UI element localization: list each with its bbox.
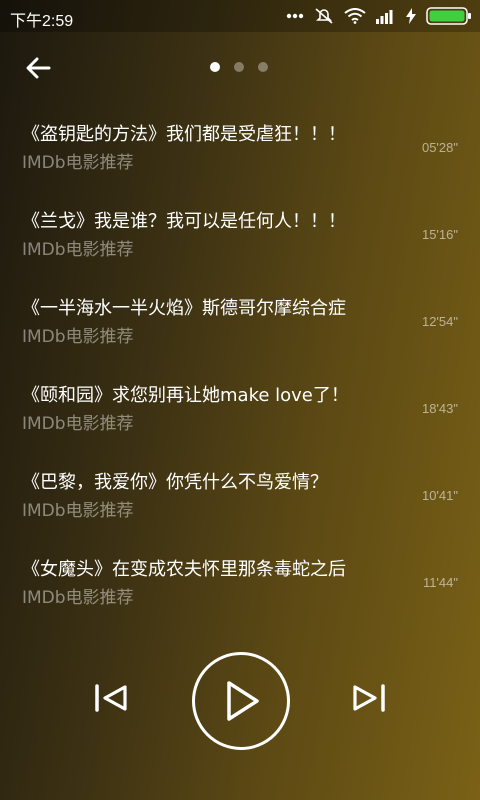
track-subtitle: IMDb电影推荐 — [22, 588, 134, 608]
player-controls — [0, 650, 480, 750]
track-list: 《盗钥匙的方法》我们都是受虐狂！！！ IMDb电影推荐 05'28" 《兰戈》我… — [0, 102, 480, 624]
track-row[interactable]: 《兰戈》我是谁？我可以是任何人！！！ IMDb电影推荐 15'16" — [0, 189, 480, 276]
status-icons — [286, 6, 472, 26]
track-row[interactable]: 《女魔头》在变成农夫怀里那条毒蛇之后 IMDb电影推荐 11'44" — [0, 537, 480, 624]
back-button[interactable] — [20, 50, 56, 86]
track-row[interactable]: 《盗钥匙的方法》我们都是受虐狂！！！ IMDb电影推荐 05'28" — [0, 102, 480, 189]
next-button[interactable] — [348, 680, 390, 716]
track-title: 《盗钥匙的方法》我们都是受虐狂！！！ — [22, 124, 346, 145]
track-subtitle: IMDb电影推荐 — [22, 501, 134, 521]
top-bar — [0, 40, 480, 92]
track-title: 《巴黎，我爱你》你凭什么不鸟爱情？ — [22, 472, 328, 493]
play-icon — [227, 681, 259, 721]
play-button[interactable] — [192, 652, 290, 750]
page-dot-3[interactable] — [258, 62, 268, 72]
track-row[interactable]: 《一半海水一半火焰》斯德哥尔摩综合症 IMDb电影推荐 12'54" — [0, 276, 480, 363]
track-duration: 10'41" — [421, 488, 458, 503]
status-time: 下午2:59 — [10, 13, 74, 30]
track-row[interactable]: 《巴黎，我爱你》你凭什么不鸟爱情？ IMDb电影推荐 10'41" — [0, 450, 480, 537]
page-dot-2[interactable] — [234, 62, 244, 72]
track-subtitle: IMDb电影推荐 — [22, 414, 134, 434]
track-duration: 11'44" — [422, 575, 458, 590]
signal-icon — [376, 10, 393, 24]
track-duration: 12'54" — [421, 314, 458, 329]
track-title: 《女魔头》在变成农夫怀里那条毒蛇之后 — [22, 559, 346, 580]
track-duration: 05'28" — [421, 140, 458, 155]
track-duration: 18'43" — [421, 401, 458, 416]
page-dot-1[interactable] — [210, 62, 220, 72]
track-title: 《一半海水一半火焰》斯德哥尔摩综合症 — [22, 298, 346, 319]
track-row[interactable]: 《颐和园》求您别再让她make love了！ IMDb电影推荐 18'43" — [0, 363, 480, 450]
skip-next-icon — [353, 684, 385, 712]
track-subtitle: IMDb电影推荐 — [22, 153, 134, 173]
back-arrow-icon — [26, 57, 51, 79]
track-duration: 15'16" — [421, 227, 458, 242]
track-title: 《兰戈》我是谁？我可以是任何人！！！ — [22, 211, 346, 232]
battery-icon — [426, 7, 471, 25]
muted-icon — [315, 8, 333, 24]
track-title: 《颐和园》求您别再让她make love了！ — [22, 385, 349, 406]
track-subtitle: IMDb电影推荐 — [22, 327, 134, 347]
status-bar: 下午2:59 — [0, 0, 480, 32]
track-subtitle: IMDb电影推荐 — [22, 240, 134, 260]
more-dots-icon — [286, 13, 304, 19]
skip-previous-icon — [95, 684, 127, 712]
wifi-icon — [344, 8, 366, 24]
page-indicator — [210, 62, 268, 72]
previous-button[interactable] — [90, 680, 132, 716]
charging-icon — [406, 8, 416, 24]
